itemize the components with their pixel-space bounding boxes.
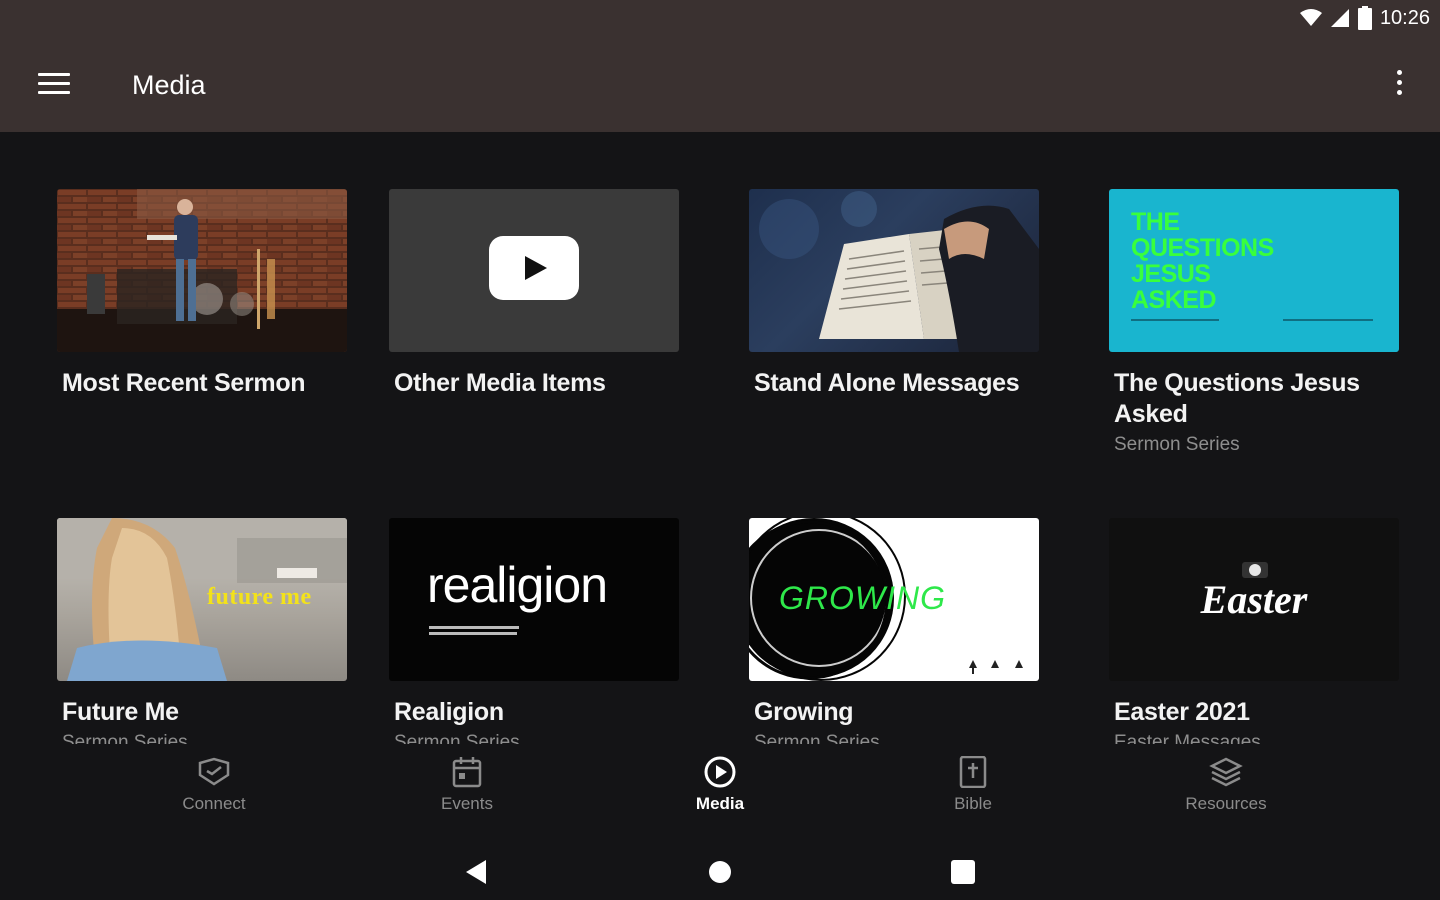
video-placeholder-thumbnail bbox=[389, 189, 679, 352]
thumb-text: Easter bbox=[1200, 577, 1308, 622]
thumb-text: GROWING bbox=[779, 580, 946, 616]
media-tile-realigion[interactable]: realigion Realigion Sermon Series bbox=[389, 518, 679, 744]
nav-item-connect[interactable]: Connect bbox=[154, 756, 274, 814]
nav-item-bible[interactable]: Bible bbox=[913, 755, 1033, 814]
bible-icon bbox=[959, 755, 987, 793]
status-time: 10:26 bbox=[1379, 6, 1430, 29]
status-bar: 10:26 bbox=[0, 0, 1440, 40]
nav-label: Resources bbox=[1185, 794, 1267, 813]
thumb-text-line: THE bbox=[1131, 208, 1180, 236]
wifi-icon bbox=[1299, 9, 1322, 27]
questions-jesus-asked-thumbnail: THE QUESTIONS JESUS ASKED bbox=[1109, 189, 1399, 352]
calendar-icon bbox=[452, 756, 482, 793]
battery-icon bbox=[1357, 6, 1372, 30]
status-icons: 10:26 bbox=[1299, 6, 1430, 30]
tile-title: Most Recent Sermon bbox=[62, 369, 306, 397]
media-tile-future-me[interactable]: future me Future Me Sermon Series bbox=[57, 518, 347, 744]
future-me-thumbnail: future me bbox=[57, 518, 347, 681]
tile-subtitle: Easter Messages bbox=[1114, 732, 1261, 744]
media-grid: Most Recent Sermon Other Media Items Sta… bbox=[0, 132, 1440, 744]
tile-title: Future Me bbox=[62, 698, 179, 726]
thumb-text: realigion bbox=[427, 557, 608, 613]
media-tile-growing[interactable]: GROWING Growing Sermon Series bbox=[749, 518, 1039, 744]
bible-photo-thumbnail bbox=[749, 189, 1039, 352]
media-tile-easter-2021[interactable]: Easter Easter 2021 Easter Messages bbox=[1109, 518, 1399, 744]
tile-title: The Questions Jesus Asked bbox=[1114, 369, 1360, 428]
play-circle-icon bbox=[703, 755, 737, 794]
tile-subtitle: Sermon Series bbox=[394, 732, 520, 744]
thumb-text-line: ASKED bbox=[1131, 286, 1217, 314]
nav-label: Connect bbox=[182, 794, 246, 813]
media-tile-the-questions-jesus-asked[interactable]: THE QUESTIONS JESUS ASKED The Questions … bbox=[1109, 189, 1399, 456]
growing-thumbnail: GROWING bbox=[749, 518, 1039, 681]
signal-icon bbox=[1330, 8, 1350, 28]
layers-icon bbox=[1209, 756, 1243, 793]
realigion-thumbnail: realigion bbox=[389, 518, 679, 681]
tile-subtitle: Sermon Series bbox=[1114, 434, 1240, 455]
thumb-text-line: QUESTIONS bbox=[1131, 234, 1274, 262]
thumb-text-line: JESUS bbox=[1131, 260, 1211, 288]
tile-title: Other Media Items bbox=[394, 369, 606, 397]
system-navigation-bar bbox=[0, 840, 1440, 900]
easter-thumbnail: Easter bbox=[1109, 518, 1399, 681]
app-bar: Media bbox=[0, 40, 1440, 132]
tile-title: Easter 2021 bbox=[1114, 698, 1250, 726]
nav-label: Bible bbox=[954, 794, 992, 813]
menu-icon[interactable] bbox=[38, 73, 70, 97]
more-options-icon[interactable] bbox=[1394, 70, 1404, 100]
nav-item-events[interactable]: Events bbox=[407, 756, 527, 814]
tile-title: Growing bbox=[754, 698, 854, 726]
tile-subtitle: Sermon Series bbox=[62, 732, 188, 744]
connect-icon bbox=[197, 757, 231, 792]
nav-item-media[interactable]: Media bbox=[660, 756, 780, 814]
nav-label: Events bbox=[441, 794, 493, 813]
recent-apps-icon[interactable] bbox=[943, 852, 983, 892]
thumb-text: future me bbox=[207, 584, 312, 610]
bottom-navigation: Connect Events Media Bible Resources bbox=[0, 744, 1440, 840]
tile-title: Stand Alone Messages bbox=[754, 369, 1020, 397]
nav-item-resources[interactable]: Resources bbox=[1166, 756, 1286, 814]
home-icon[interactable] bbox=[700, 852, 740, 892]
media-tile-stand-alone-messages[interactable]: Stand Alone Messages bbox=[749, 189, 1039, 399]
media-tile-other-media-items[interactable]: Other Media Items bbox=[389, 189, 679, 399]
back-icon[interactable] bbox=[456, 852, 496, 892]
tile-title: Realigion bbox=[394, 698, 504, 726]
page-title: Media bbox=[132, 70, 206, 100]
tile-subtitle: Sermon Series bbox=[754, 732, 880, 744]
nav-label: Media bbox=[695, 794, 745, 813]
sermon-photo-thumbnail bbox=[57, 189, 347, 352]
play-button-icon bbox=[489, 236, 579, 305]
media-tile-most-recent-sermon[interactable]: Most Recent Sermon bbox=[57, 189, 347, 399]
